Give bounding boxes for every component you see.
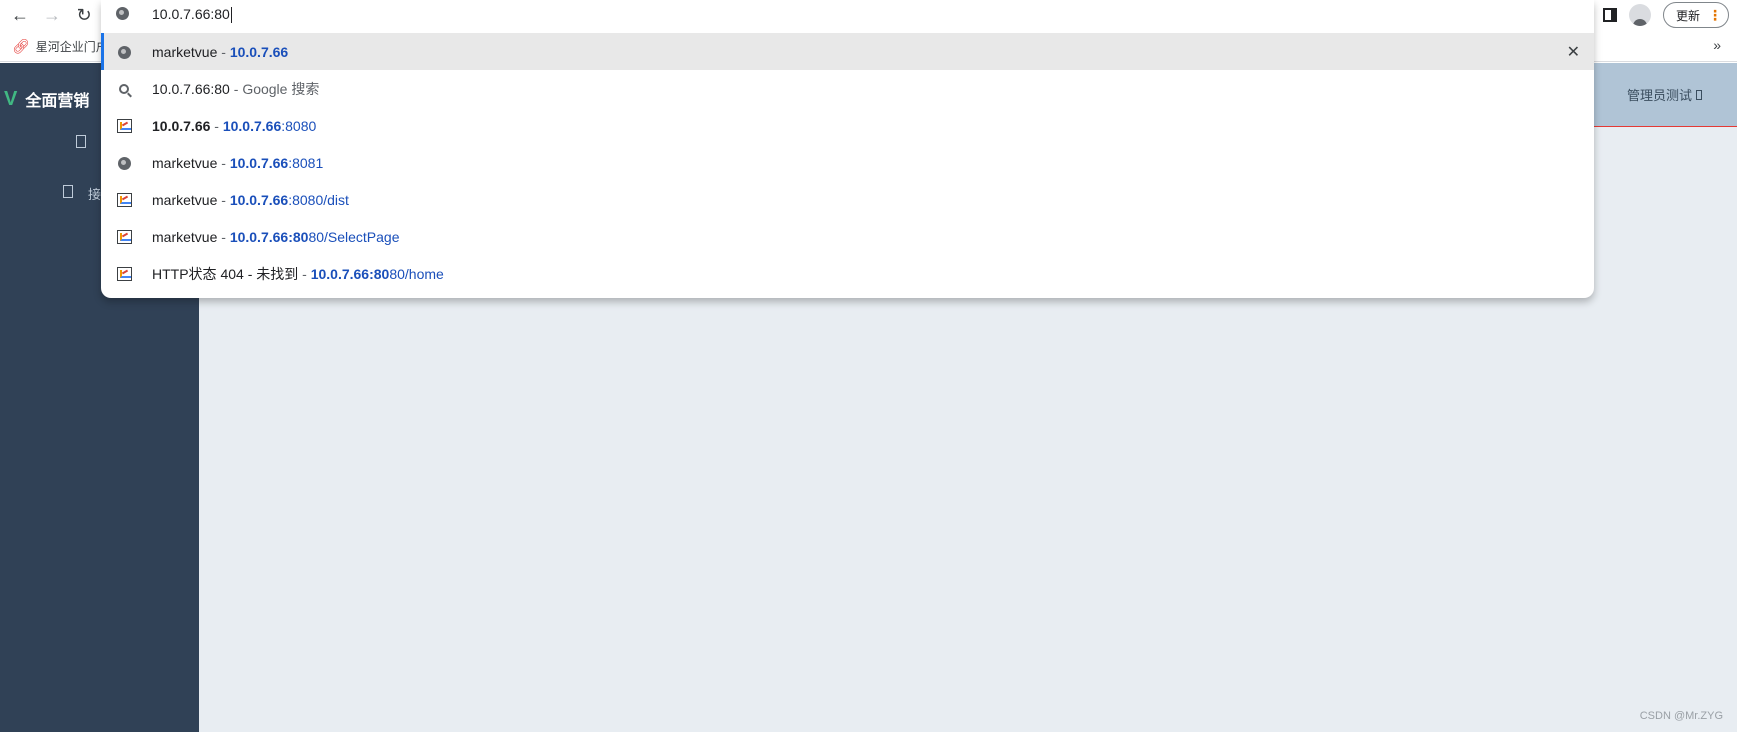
update-label: 更新 <box>1675 8 1700 23</box>
suggestion-row[interactable]: marketvue - 10.0.7.66 ✕ <box>101 33 1594 70</box>
suggestion-text: marketvue - 10.0.7.66:8081 <box>152 154 324 171</box>
suggestion-text: HTTP状态 404 - 未找到 - 10.0.7.66:8080/home <box>152 265 444 282</box>
menu-item-icon[interactable] <box>63 185 73 198</box>
suggestion-text: marketvue - 10.0.7.66:8080/SelectPage <box>152 228 400 245</box>
suggestion-text: 10.0.7.66 - 10.0.7.66:8080 <box>152 117 317 134</box>
menu-item-label[interactable]: 接 <box>88 184 101 203</box>
globe-icon <box>116 155 132 171</box>
suggestion-text: 10.0.7.66:80 - Google 搜索 <box>152 80 320 97</box>
suggestion-text: marketvue - 10.0.7.66 <box>152 43 289 60</box>
suggestion-row[interactable]: HTTP状态 404 - 未找到 - 10.0.7.66:8080/home <box>101 255 1594 292</box>
suggestion-row[interactable]: 10.0.7.66:80 - Google 搜索 <box>101 70 1594 107</box>
address-input-value: 10.0.7.66:80 <box>152 6 230 22</box>
chart-favicon-icon <box>116 266 132 282</box>
menu-item-icon[interactable] <box>76 135 86 148</box>
reload-button[interactable]: ↻ <box>72 3 96 27</box>
address-bar[interactable]: 10.0.7.66:80 <box>101 0 1594 30</box>
omnibox-dropdown: 10.0.7.66:80 marketvue - 10.0.7.66 ✕ 10.… <box>101 0 1594 298</box>
profile-avatar-icon[interactable] <box>1628 4 1651 26</box>
address-input[interactable]: 10.0.7.66:80 <box>152 6 232 24</box>
bookmark-label: 星河企业门户 <box>35 40 108 54</box>
chart-favicon-icon <box>116 118 132 134</box>
more-menu-icon[interactable]: ⋮ <box>1708 8 1722 22</box>
side-panel-icon[interactable] <box>1602 8 1617 22</box>
text-cursor <box>230 7 232 24</box>
suggestion-row[interactable]: marketvue - 10.0.7.66:8081 <box>101 144 1594 181</box>
toolbar-right-actions: 更新 ⋮ <box>1602 2 1729 28</box>
bookmarks-overflow-button[interactable]: » <box>1713 37 1721 53</box>
suggestion-row[interactable]: marketvue - 10.0.7.66:8080/dist <box>101 181 1594 218</box>
search-icon <box>116 81 132 97</box>
back-button[interactable]: ← <box>8 3 32 27</box>
chart-favicon-icon <box>116 229 132 245</box>
suggestion-row[interactable]: marketvue - 10.0.7.66:8080/SelectPage <box>101 218 1594 255</box>
suggestion-row[interactable]: 10.0.7.66 - 10.0.7.66:8080 <box>101 107 1594 144</box>
vue-logo-icon: V <box>4 87 18 110</box>
chart-favicon-icon <box>116 192 132 208</box>
user-menu[interactable]: 管理员测试 <box>1592 63 1737 127</box>
watermark: CSDN @Mr.ZYG <box>1639 710 1723 722</box>
update-button[interactable]: 更新 ⋮ <box>1662 2 1729 28</box>
globe-icon <box>116 44 132 60</box>
link-icon: 🔗︎ <box>12 38 30 54</box>
site-info-icon[interactable] <box>116 7 129 23</box>
suggestion-text: marketvue - 10.0.7.66:8080/dist <box>152 191 349 208</box>
forward-button[interactable]: → <box>40 3 64 27</box>
app-logo[interactable]: V 全面营销 <box>4 87 89 111</box>
app-title: 全面营销 <box>25 93 90 110</box>
user-dropdown-icon <box>1696 89 1702 100</box>
remove-suggestion-icon[interactable]: ✕ <box>1567 42 1580 62</box>
user-name: 管理员测试 <box>1626 88 1692 103</box>
bookmark-item[interactable]: 🔗︎ 星河企业门户 <box>12 38 108 55</box>
